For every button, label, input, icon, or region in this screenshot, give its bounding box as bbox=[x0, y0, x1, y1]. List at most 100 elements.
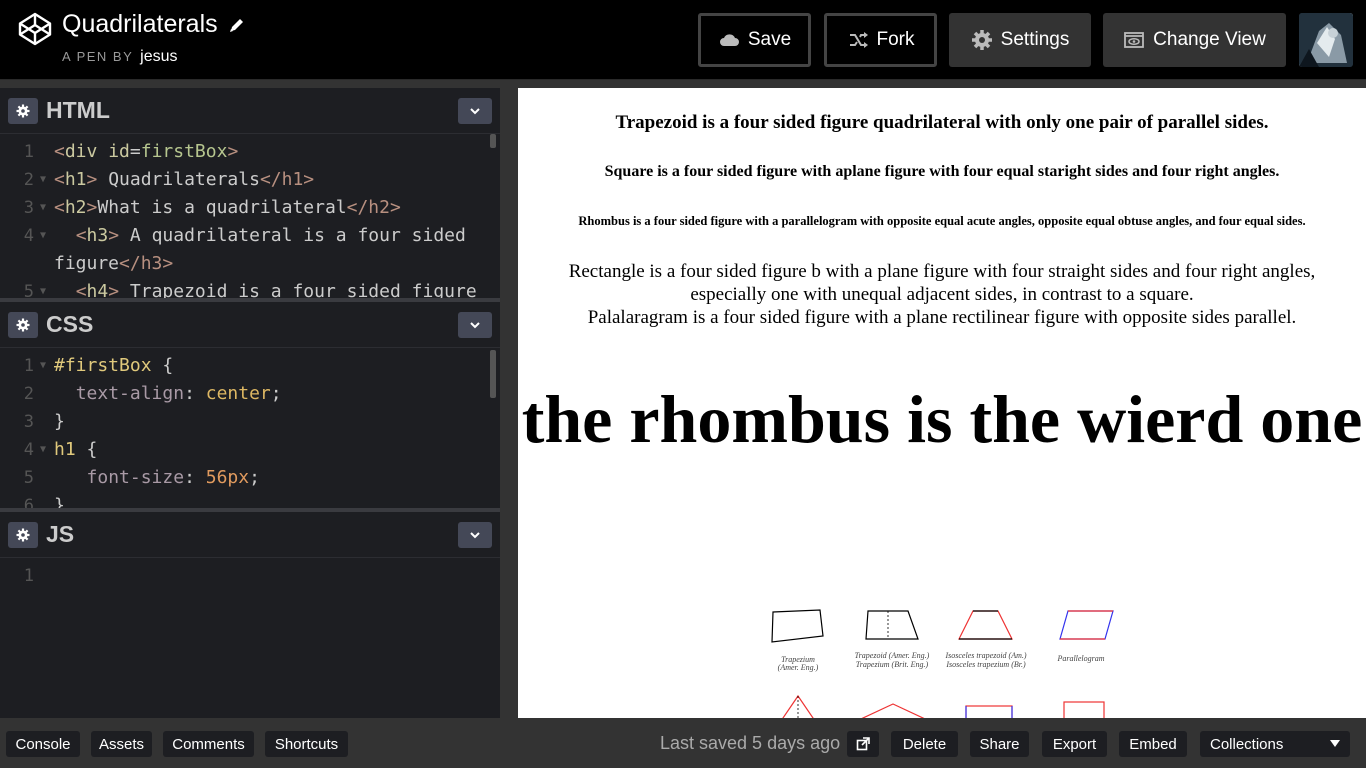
pen-by-label: A PEN BY bbox=[62, 49, 134, 64]
js-pane-title: JS bbox=[46, 521, 75, 547]
css-collapse-button[interactable] bbox=[458, 312, 492, 338]
avatar-image bbox=[1299, 13, 1353, 67]
fork-icon bbox=[849, 32, 868, 48]
html-pane-header: HTML bbox=[0, 88, 500, 134]
parallelogram-text: Palalaragram is a four sided figure with… bbox=[587, 307, 1297, 328]
author-link[interactable]: jesus bbox=[140, 48, 177, 65]
parallelogram-caption: Parallelogram bbox=[1056, 654, 1104, 663]
rectangle-parallelogram-text: Rectangle is a four sided figure b with … bbox=[534, 260, 1350, 329]
caret-down-icon bbox=[1330, 740, 1340, 747]
html-pane: HTML 1 <div id=firstBox> 2 ▼ <h1> Quadrilat… bbox=[0, 88, 500, 298]
trapezium-shape bbox=[771, 609, 824, 643]
trapezium-caption-sub: (Amer. Eng.) bbox=[778, 663, 819, 672]
codepen-logo-icon[interactable] bbox=[18, 12, 52, 46]
fork-button-label: Fork bbox=[876, 29, 915, 50]
last-saved-status: Last saved 5 days ago bbox=[660, 733, 841, 753]
css-pane-title: CSS bbox=[46, 311, 94, 337]
js-pane-header: JS bbox=[0, 512, 500, 558]
settings-button-label: Settings bbox=[1000, 29, 1070, 50]
isosceles-caption: Isosceles trapezoid (Am.) bbox=[944, 651, 1026, 660]
export-button[interactable]: Export bbox=[1042, 731, 1107, 757]
html-scrollbar[interactable] bbox=[490, 134, 496, 148]
embed-button[interactable]: Embed bbox=[1119, 731, 1187, 757]
open-external-button[interactable] bbox=[847, 731, 879, 757]
html-collapse-button[interactable] bbox=[458, 98, 492, 124]
code-line: 5 ▼ <h4> Trapezoid is a four sided figure bbox=[23, 281, 477, 298]
chevron-down-icon bbox=[470, 322, 480, 329]
quadrilateral-figures-image: Trapezium (Amer. Eng.) Trapezoid (Amer. … bbox=[771, 609, 1114, 718]
code-line: 1 ▼ #firstBox { bbox=[23, 355, 174, 376]
chevron-down-icon bbox=[470, 532, 480, 539]
code-line: 1 <div id=firstBox> bbox=[23, 141, 239, 162]
code-line: 2 ▼ <h1> Quadrilaterals</h1> bbox=[23, 169, 315, 190]
console-button[interactable]: Console bbox=[6, 731, 80, 757]
gear-icon bbox=[16, 318, 30, 331]
trapezoid-caption-sub: Trapezium (Brit. Eng.) bbox=[856, 660, 929, 669]
collections-label: Collections bbox=[1210, 735, 1284, 753]
kite-shape bbox=[782, 694, 814, 718]
header-separator bbox=[0, 80, 1366, 88]
trapezoid-shape bbox=[865, 610, 919, 640]
code-line: 2 text-align: center; bbox=[23, 383, 282, 404]
code-line: 3} bbox=[23, 411, 65, 432]
comments-button[interactable]: Comments bbox=[163, 731, 254, 757]
editor-preview-resizer[interactable] bbox=[500, 88, 518, 718]
parallelogram-shape bbox=[1059, 610, 1114, 640]
pen-title-text[interactable]: Quadrilaterals bbox=[62, 10, 218, 39]
rectangle-text: Rectangle is a four sided figure b with … bbox=[568, 261, 1316, 305]
pen-byline: A PEN BY jesus bbox=[62, 48, 178, 66]
css-settings-button[interactable] bbox=[8, 311, 38, 338]
js-collapse-button[interactable] bbox=[458, 522, 492, 548]
delete-button[interactable]: Delete bbox=[891, 731, 958, 757]
js-settings-button[interactable] bbox=[8, 521, 38, 548]
rhombus-headline: the rhombus is the wierd one bbox=[521, 381, 1363, 457]
settings-button[interactable]: Settings bbox=[949, 13, 1091, 67]
rhombus-shape bbox=[861, 703, 925, 718]
js-code-editor[interactable]: 1 bbox=[0, 558, 500, 590]
isosceles-trapezoid-shape bbox=[958, 610, 1013, 640]
code-line: 4 ▼ h1 { bbox=[23, 439, 98, 460]
html-settings-button[interactable] bbox=[8, 97, 38, 124]
share-button[interactable]: Share bbox=[970, 731, 1029, 757]
eye-window-icon bbox=[1124, 32, 1145, 48]
code-line: 6} bbox=[23, 495, 65, 508]
css-scrollbar[interactable] bbox=[490, 350, 496, 398]
code-line: 4 ▼ <h3> A quadrilateral is a four sided … bbox=[23, 225, 477, 274]
cloud-icon bbox=[719, 34, 739, 46]
css-code-editor[interactable]: 1 ▼ #firstBox { 2 text-align: center; 3} 4… bbox=[0, 348, 500, 508]
header-bar: Quadrilaterals A PEN BY jesus Save Fork bbox=[0, 0, 1366, 80]
js-pane: JS 1 bbox=[0, 512, 500, 718]
user-avatar[interactable] bbox=[1299, 13, 1353, 67]
change-view-button-label: Change View bbox=[1153, 29, 1266, 50]
pen-title[interactable]: Quadrilaterals bbox=[62, 10, 246, 39]
isosceles-caption-sub: Isosceles trapezium (Br.) bbox=[945, 660, 1026, 669]
assets-button[interactable]: Assets bbox=[91, 731, 152, 757]
css-pane: CSS 1 ▼ #firstBox { 2 text-align: center; … bbox=[0, 302, 500, 508]
html-code-editor[interactable]: 1 <div id=firstBox> 2 ▼ <h1> Quadrilaterals… bbox=[0, 134, 500, 298]
gear-icon bbox=[16, 104, 30, 117]
html-pane-title: HTML bbox=[46, 97, 110, 123]
trapezoid-heading: Trapezoid is a four sided figure quadril… bbox=[615, 112, 1269, 133]
shortcuts-button[interactable]: Shortcuts bbox=[265, 731, 348, 757]
gear-icon bbox=[16, 528, 30, 541]
change-view-button[interactable]: Change View bbox=[1103, 13, 1286, 67]
gear-icon bbox=[971, 30, 992, 50]
collections-dropdown[interactable]: Collections bbox=[1200, 731, 1350, 757]
pencil-icon[interactable] bbox=[228, 16, 246, 34]
save-button[interactable]: Save bbox=[698, 13, 811, 67]
trapezoid-caption: Trapezoid (Amer. Eng.) bbox=[855, 651, 930, 660]
rhombus-heading: Rhombus is a four sided figure with a pa… bbox=[578, 214, 1306, 228]
rectangle-shape bbox=[965, 705, 1013, 718]
code-line: 1 bbox=[23, 566, 34, 586]
css-pane-header: CSS bbox=[0, 302, 500, 348]
code-line: 5 font-size: 56px; bbox=[23, 467, 260, 488]
result-preview: Trapezoid is a four sided figure quadril… bbox=[518, 88, 1366, 718]
code-line: 3 ▼ <h2>What is a quadrilateral</h2> bbox=[23, 197, 401, 218]
square-heading: Square is a four sided figure with aplan… bbox=[604, 163, 1280, 180]
external-link-icon bbox=[856, 737, 870, 751]
square-shape bbox=[1063, 701, 1105, 718]
fork-button[interactable]: Fork bbox=[824, 13, 937, 67]
editor-column: HTML 1 <div id=firstBox> 2 ▼ <h1> Quadrilat… bbox=[0, 88, 500, 718]
chevron-down-icon bbox=[470, 108, 480, 115]
save-button-label: Save bbox=[747, 29, 792, 50]
